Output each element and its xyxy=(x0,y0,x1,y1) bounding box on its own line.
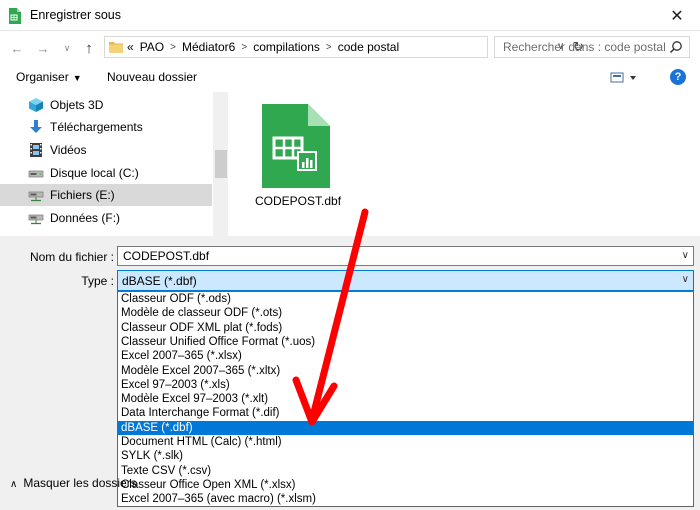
download-arrow-icon xyxy=(30,120,42,133)
nav-item-videos[interactable]: Vidéos xyxy=(0,139,212,161)
filename-field[interactable]: CODEPOST.dbf ∨ xyxy=(117,246,694,266)
type-option-selected[interactable]: dBASE (*.dbf) xyxy=(118,420,693,435)
breadcrumb: « PAO > Médiator6 > compilations > code … xyxy=(127,40,405,54)
folder-icon xyxy=(109,42,123,53)
type-option[interactable]: SYLK (*.slk) xyxy=(118,449,693,463)
nav-item-objets-3d[interactable]: Objets 3D xyxy=(0,94,212,116)
organize-label: Organiser xyxy=(16,70,69,84)
nav-item-telechargements[interactable]: Téléchargements xyxy=(0,116,212,138)
chevron-right-icon: > xyxy=(325,41,332,53)
nav-item-disque-local-c[interactable]: Disque local (C:) xyxy=(0,162,212,184)
close-icon: ✕ xyxy=(670,7,684,25)
nav-item-donnees-f[interactable]: Données (F:) xyxy=(0,207,212,229)
chevron-right-icon: > xyxy=(170,41,176,53)
filename-value: CODEPOST.dbf xyxy=(123,249,210,263)
type-option[interactable]: Modèle Excel 97–2003 (*.xlt) xyxy=(118,392,693,406)
help-button[interactable]: ? xyxy=(670,69,686,85)
breadcrumb-item-code-postal[interactable]: code postal xyxy=(338,40,399,54)
forward-arrow-icon: → xyxy=(36,40,50,56)
navigation-pane: Objets 3D Téléchargements Vidéos Disque … xyxy=(0,92,228,236)
type-option[interactable]: Data Interchange Format (*.dif) xyxy=(118,406,693,420)
file-item-name[interactable]: CODEPOST.dbf xyxy=(255,194,341,208)
nav-item-label: Vidéos xyxy=(50,143,87,157)
file-type-select[interactable]: dBASE (*.dbf) ∨ xyxy=(117,270,694,291)
type-option[interactable]: Texte CSV (*.csv) xyxy=(118,464,693,478)
type-option[interactable]: Modèle de classeur ODF (*.ots) xyxy=(118,306,693,320)
back-button[interactable]: ← xyxy=(8,39,26,57)
file-type-dropdown-list: Classeur ODF (*.ods) Modèle de classeur … xyxy=(117,291,694,507)
recent-locations-button[interactable]: ∨ xyxy=(58,39,76,57)
breadcrumb-item-compilations[interactable]: compilations xyxy=(253,40,320,54)
address-bar[interactable]: « PAO > Médiator6 > compilations > code … xyxy=(104,36,584,58)
nav-item-label: Données (F:) xyxy=(50,211,121,225)
up-arrow-icon: ↑ xyxy=(85,39,93,57)
nav-item-label: Disque local (C:) xyxy=(50,166,139,180)
type-option[interactable]: Document HTML (Calc) (*.html) xyxy=(118,435,693,449)
network-drive-icon xyxy=(28,191,44,202)
hide-folders-label: Masquer les dossiers xyxy=(23,476,137,490)
close-button[interactable]: ✕ xyxy=(654,0,700,31)
caret-down-icon: ▼ xyxy=(72,73,82,83)
type-option[interactable]: Modèle Excel 2007–365 (*.xltx) xyxy=(118,364,693,378)
chevron-up-icon: ∧ xyxy=(10,479,18,490)
back-arrow-icon: ← xyxy=(10,40,24,56)
type-label: Type : xyxy=(81,274,114,288)
type-option[interactable]: Classeur ODF XML plat (*.fods) xyxy=(118,321,693,335)
file-type-value: dBASE (*.dbf) xyxy=(122,274,197,288)
hide-folders-button[interactable]: ∧ Masquer les dossiers xyxy=(10,476,137,490)
nav-item-label: Téléchargements xyxy=(50,120,143,134)
type-option[interactable]: Excel 2007–365 (avec macro) (*.xlsm) xyxy=(118,492,693,506)
type-option[interactable]: Classeur Office Open XML (*.xlsx) xyxy=(118,478,693,492)
network-drive-icon xyxy=(28,214,44,225)
filename-label: Nom du fichier : xyxy=(29,250,114,264)
type-option[interactable]: Excel 97–2003 (*.xls) xyxy=(118,378,693,392)
path-overflow-icon[interactable]: « xyxy=(127,40,134,54)
drive-icon xyxy=(28,170,44,178)
type-option[interactable]: Classeur ODF (*.ods) xyxy=(118,292,693,306)
view-options-button[interactable] xyxy=(610,71,638,85)
search-icon xyxy=(669,41,682,54)
new-folder-button[interactable]: Nouveau dossier xyxy=(107,70,197,84)
scrollbar-thumb[interactable] xyxy=(215,150,227,178)
window-title: Enregistrer sous xyxy=(30,8,122,22)
calc-app-icon xyxy=(9,8,21,24)
chevron-down-icon[interactable]: ∨ xyxy=(682,250,689,261)
command-bar: Organiser ▼ Nouveau dossier xyxy=(0,66,700,92)
type-option[interactable]: Classeur Unified Office Format (*.uos) xyxy=(118,335,693,349)
breadcrumb-item-pao[interactable]: PAO xyxy=(140,40,164,54)
chevron-right-icon: > xyxy=(241,41,248,53)
forward-button[interactable]: → xyxy=(34,39,52,57)
nav-item-label: Fichiers (E:) xyxy=(50,188,115,202)
nav-item-fichiers-e[interactable]: Fichiers (E:) xyxy=(0,184,212,206)
search-input[interactable]: Rechercher dans : code postal xyxy=(494,36,690,58)
breadcrumb-item-mediator6[interactable]: Médiator6 xyxy=(182,40,235,54)
cube-3d-icon xyxy=(29,98,43,112)
search-placeholder: Rechercher dans : code postal xyxy=(503,40,666,54)
chevron-down-icon: ∨ xyxy=(63,42,71,53)
type-option[interactable]: Excel 2007–365 (*.xlsx) xyxy=(118,349,693,363)
spreadsheet-file-icon[interactable] xyxy=(258,100,332,192)
title-bar: Enregistrer sous ✕ xyxy=(0,0,700,31)
organize-button[interactable]: Organiser ▼ xyxy=(16,70,82,84)
up-button[interactable]: ↑ xyxy=(80,39,98,57)
chevron-down-icon[interactable]: ∨ xyxy=(682,274,689,285)
film-icon xyxy=(30,143,42,157)
nav-item-label: Objets 3D xyxy=(50,98,104,112)
